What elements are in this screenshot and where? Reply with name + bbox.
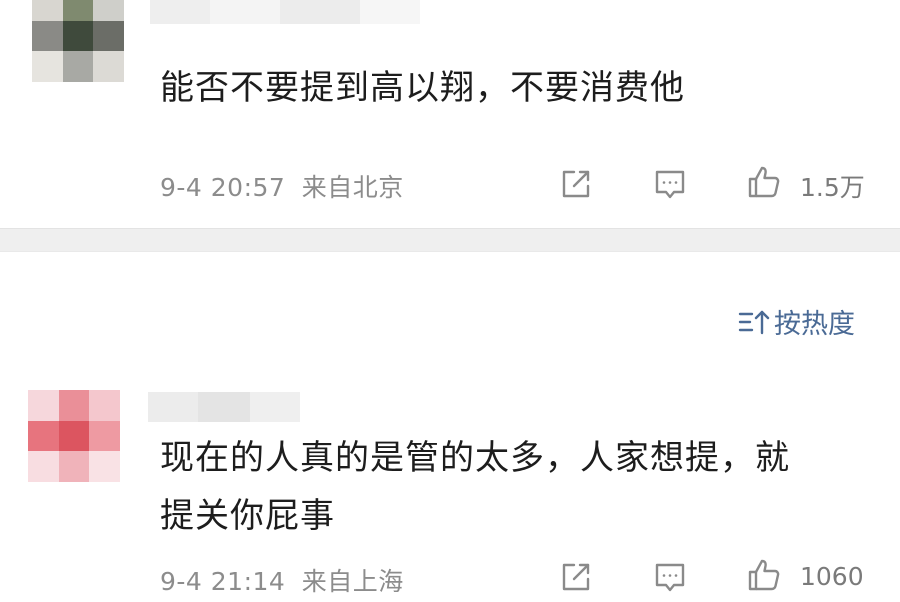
share-icon[interactable] xyxy=(556,164,596,204)
comment-text-line: 提关你屁事 xyxy=(160,496,335,536)
comment-text: 现在的人真的是管的太多，人家想提，就 提关你屁事 xyxy=(160,432,790,542)
like-count: 1060 xyxy=(800,562,864,591)
comment-meta: 9-4 21:14 来自上海 xyxy=(160,562,404,598)
like-count: 1.5万 xyxy=(800,173,865,202)
sort-icon xyxy=(738,310,770,334)
comment-time: 9-4 21:14 xyxy=(160,567,286,596)
avatar[interactable] xyxy=(32,0,124,82)
section-divider xyxy=(0,228,900,252)
comment-meta: 9-4 20:57 来自北京 xyxy=(160,168,404,204)
like-icon[interactable] xyxy=(744,162,784,202)
username-blurred[interactable] xyxy=(150,0,420,24)
comment-feed: 能否不要提到高以翔，不要消费他 9-4 20:57 来自北京 1.5万 按热度 … xyxy=(0,0,900,602)
comment-location: 来自上海 xyxy=(301,567,404,596)
comment-location: 来自北京 xyxy=(301,173,404,202)
sort-label: 按热度 xyxy=(774,309,855,340)
like-icon[interactable] xyxy=(744,555,784,595)
username-blurred[interactable] xyxy=(148,392,300,422)
comment-icon[interactable] xyxy=(650,164,690,204)
comment-text: 能否不要提到高以翔，不要消费他 xyxy=(160,68,685,108)
comment-text-line: 现在的人真的是管的太多，人家想提，就 xyxy=(160,438,790,478)
avatar[interactable] xyxy=(28,390,120,482)
comment-time: 9-4 20:57 xyxy=(160,173,286,202)
sort-button[interactable]: 按热度 xyxy=(738,302,855,341)
comment-icon[interactable] xyxy=(650,557,690,597)
share-icon[interactable] xyxy=(556,557,596,597)
